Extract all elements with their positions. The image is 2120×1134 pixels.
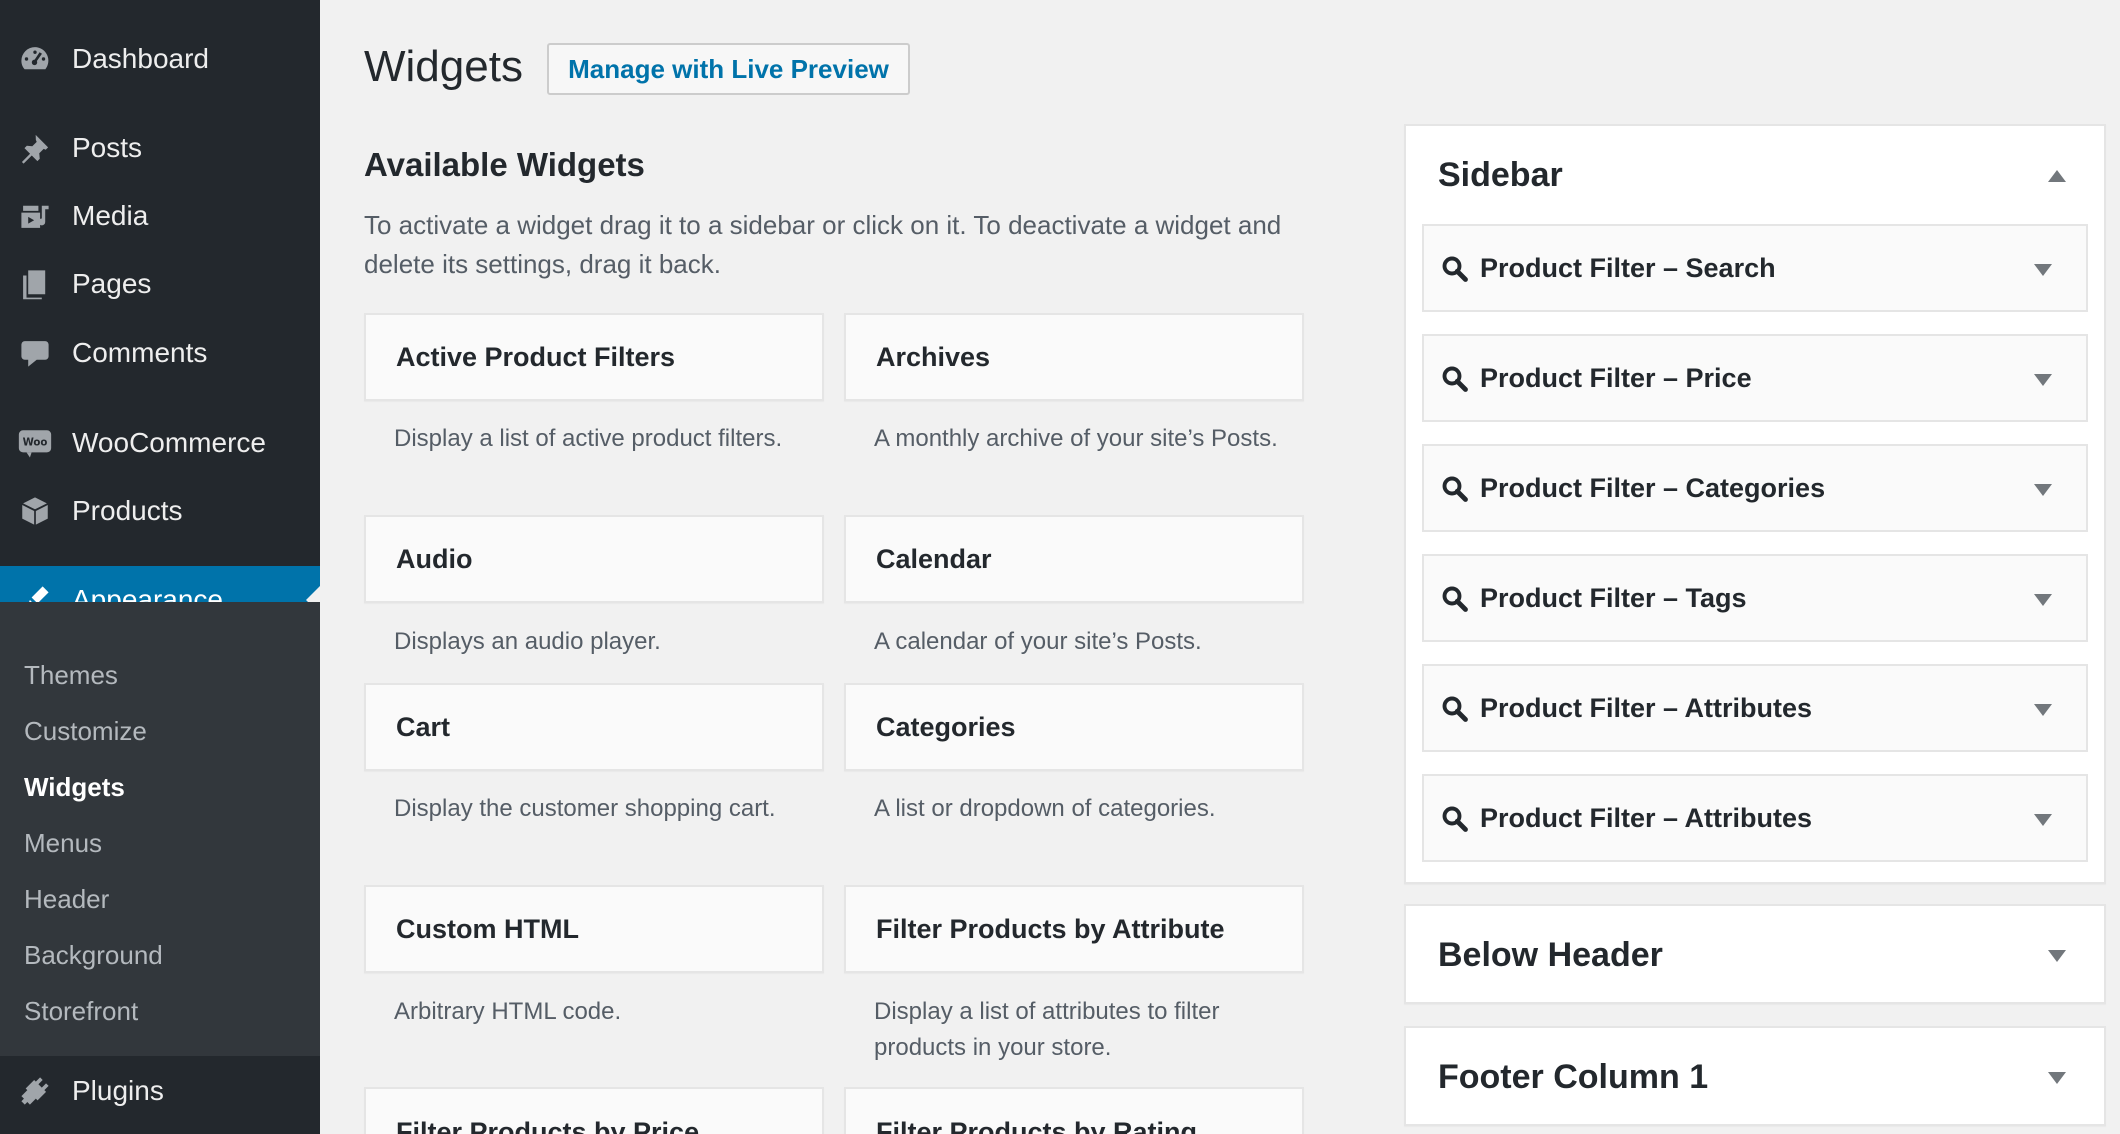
widget-audio[interactable]: Audio bbox=[364, 515, 824, 603]
widget-categories[interactable]: Categories bbox=[844, 683, 1304, 771]
sidebar-widget-attributes-2[interactable]: Product Filter – Attributes bbox=[1422, 774, 2088, 862]
available-widgets-description: To activate a widget drag it to a sideba… bbox=[364, 210, 1282, 279]
pin-icon bbox=[17, 130, 53, 166]
sidebar-widget-title: Product Filter – Tags bbox=[1480, 582, 1747, 613]
sidebar-header[interactable]: Sidebar bbox=[1406, 126, 2104, 226]
sidebar-widget-tags[interactable]: Product Filter – Tags bbox=[1422, 554, 2088, 642]
widget-description: Display a list of attributes to filter p… bbox=[874, 998, 1220, 1061]
expand-arrow-icon[interactable] bbox=[2034, 374, 2052, 386]
admin-menu: Dashboard Posts Media Pages Comments Woo… bbox=[0, 0, 320, 1134]
widget-custom-html[interactable]: Custom HTML bbox=[364, 885, 824, 973]
submenu-item-menus[interactable]: Menus bbox=[24, 828, 102, 859]
search-icon bbox=[1440, 694, 1470, 724]
search-icon bbox=[1440, 364, 1470, 394]
menu-item-comments[interactable]: Comments bbox=[0, 322, 320, 384]
available-widgets-title: Available Widgets bbox=[364, 146, 645, 183]
expand-arrow-icon[interactable] bbox=[2034, 594, 2052, 606]
sidebar-widget-search[interactable]: Product Filter – Search bbox=[1422, 224, 2088, 312]
menu-label-products: Products bbox=[72, 495, 183, 526]
comment-icon bbox=[17, 335, 53, 371]
menu-item-dashboard[interactable]: Dashboard bbox=[0, 28, 320, 90]
menu-label-media: Media bbox=[72, 200, 149, 231]
widget-description: Displays an audio player. bbox=[394, 628, 661, 655]
menu-label-dashboard: Dashboard bbox=[72, 43, 209, 74]
widget-description: Display the customer shopping cart. bbox=[394, 795, 776, 822]
media-icon bbox=[17, 198, 53, 234]
menu-label-plugins: Plugins bbox=[72, 1075, 164, 1106]
widget-description: Display a list of active product filters… bbox=[394, 425, 783, 452]
sidebar-area-footer-column-1[interactable]: Footer Column 1 bbox=[1404, 1026, 2106, 1126]
expand-arrow-icon[interactable] bbox=[2034, 704, 2052, 716]
submenu-item-themes[interactable]: Themes bbox=[24, 660, 118, 691]
menu-item-media[interactable]: Media bbox=[0, 185, 320, 247]
widget-cart[interactable]: Cart bbox=[364, 683, 824, 771]
menu-item-posts[interactable]: Posts bbox=[0, 117, 320, 179]
page-title: Widgets bbox=[364, 42, 523, 91]
widget-filter-products-by-price[interactable]: Filter Products by Price bbox=[364, 1087, 824, 1134]
manage-live-preview-button[interactable]: Manage with Live Preview bbox=[547, 43, 910, 95]
woo-icon: Woo bbox=[17, 425, 53, 461]
sidebar-widget-categories[interactable]: Product Filter – Categories bbox=[1422, 444, 2088, 532]
widget-archives[interactable]: Archives bbox=[844, 313, 1304, 401]
widget-description: Arbitrary HTML code. bbox=[394, 998, 622, 1025]
menu-item-pages[interactable]: Pages bbox=[0, 253, 320, 315]
sidebar-widget-title: Product Filter – Categories bbox=[1480, 472, 1826, 503]
widget-active-product-filters[interactable]: Active Product Filters bbox=[364, 313, 824, 401]
sidebar-name: Below Header bbox=[1438, 936, 1663, 974]
menu-item-plugins[interactable]: Plugins bbox=[0, 1060, 320, 1122]
sidebar-name: Sidebar bbox=[1438, 156, 1563, 194]
sidebar-name: Footer Column 1 bbox=[1438, 1058, 1709, 1096]
appearance-submenu: Themes Customize Widgets Menus Header Ba… bbox=[0, 602, 320, 1056]
search-icon bbox=[1440, 804, 1470, 834]
submenu-item-background[interactable]: Background bbox=[24, 940, 163, 971]
collapse-arrow-icon[interactable] bbox=[2048, 170, 2066, 182]
widget-description: A list or dropdown of categories. bbox=[874, 795, 1216, 822]
menu-item-woocommerce[interactable]: Woo WooCommerce bbox=[0, 412, 320, 474]
expand-arrow-icon[interactable] bbox=[2048, 950, 2066, 962]
menu-item-products[interactable]: Products bbox=[0, 480, 320, 542]
pages-icon bbox=[17, 266, 53, 302]
search-icon bbox=[1440, 254, 1470, 284]
menu-label-pages: Pages bbox=[72, 268, 152, 299]
search-icon bbox=[1440, 584, 1470, 614]
box-icon bbox=[17, 493, 53, 529]
sidebar-widget-attributes[interactable]: Product Filter – Attributes bbox=[1422, 664, 2088, 752]
sidebar-area-sidebar: Sidebar Product Filter – Search Product … bbox=[1404, 124, 2106, 884]
expand-arrow-icon[interactable] bbox=[2034, 814, 2052, 826]
sidebar-widget-title: Product Filter – Search bbox=[1480, 252, 1776, 283]
menu-label-woocommerce: WooCommerce bbox=[72, 427, 266, 458]
widget-description: A monthly archive of your site’s Posts. bbox=[874, 425, 1278, 452]
widget-filter-products-by-attribute[interactable]: Filter Products by Attribute bbox=[844, 885, 1304, 973]
plug-icon bbox=[17, 1073, 53, 1109]
menu-label-comments: Comments bbox=[72, 337, 208, 368]
submenu-item-header[interactable]: Header bbox=[24, 884, 109, 915]
submenu-item-customize[interactable]: Customize bbox=[24, 716, 147, 747]
widget-filter-products-by-rating[interactable]: Filter Products by Rating bbox=[844, 1087, 1304, 1134]
menu-label-posts: Posts bbox=[72, 132, 143, 163]
expand-arrow-icon[interactable] bbox=[2048, 1072, 2066, 1084]
dashboard-icon bbox=[17, 41, 53, 77]
sidebar-widget-price[interactable]: Product Filter – Price bbox=[1422, 334, 2088, 422]
expand-arrow-icon[interactable] bbox=[2034, 264, 2052, 276]
widget-description: A calendar of your site’s Posts. bbox=[874, 628, 1202, 655]
widget-calendar[interactable]: Calendar bbox=[844, 515, 1304, 603]
svg-text:Woo: Woo bbox=[23, 438, 48, 449]
sidebar-area-below-header[interactable]: Below Header bbox=[1404, 904, 2106, 1004]
sidebar-widget-title: Product Filter – Attributes bbox=[1480, 692, 1813, 723]
sidebar-widget-title: Product Filter – Price bbox=[1480, 362, 1752, 393]
sidebar-widget-title: Product Filter – Attributes bbox=[1480, 802, 1813, 833]
expand-arrow-icon[interactable] bbox=[2034, 484, 2052, 496]
search-icon bbox=[1440, 474, 1470, 504]
submenu-item-storefront[interactable]: Storefront bbox=[24, 996, 138, 1027]
submenu-item-widgets[interactable]: Widgets bbox=[24, 772, 125, 803]
